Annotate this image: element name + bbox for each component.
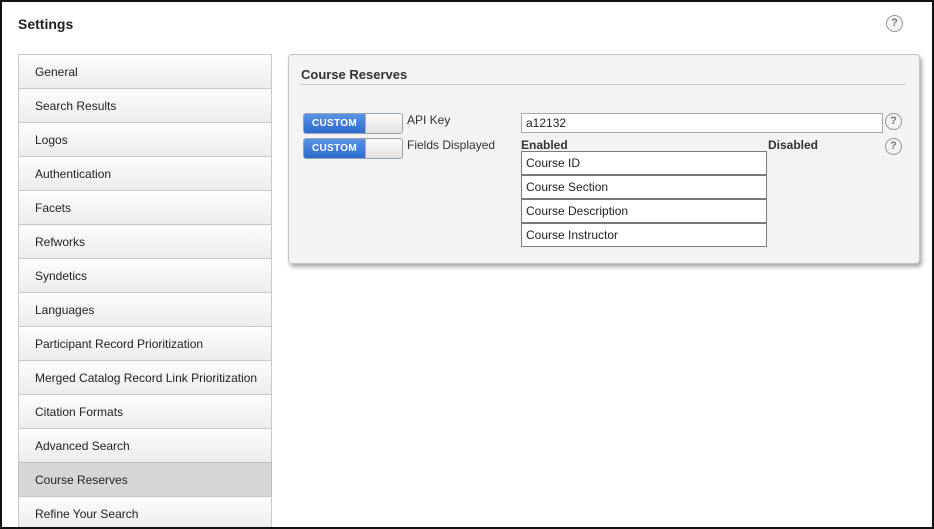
fields-displayed-label: Fields Displayed xyxy=(407,138,496,152)
enabled-field-course-instructor[interactable]: Course Instructor xyxy=(521,223,767,247)
enabled-field-course-id[interactable]: Course ID xyxy=(521,151,767,175)
enabled-column-heading: Enabled xyxy=(521,138,568,152)
api-key-toggle-knob xyxy=(365,114,402,133)
fields-displayed-custom-toggle[interactable]: CUSTOM xyxy=(303,138,403,159)
sidebar-item-languages[interactable]: Languages xyxy=(18,292,272,326)
panel-divider xyxy=(301,84,906,85)
sidebar-item-refine-your-search[interactable]: Refine Your Search xyxy=(18,496,272,527)
sidebar-item-participant-record-prioritization[interactable]: Participant Record Prioritization xyxy=(18,326,272,360)
fields-displayed-toggle-knob xyxy=(365,139,402,158)
api-key-help-icon[interactable]: ? xyxy=(885,113,902,130)
api-key-label: API Key xyxy=(407,113,451,127)
disabled-column-heading: Disabled xyxy=(768,138,819,152)
fields-displayed-help-icon[interactable]: ? xyxy=(885,138,902,155)
fields-displayed-toggle-label: CUSTOM xyxy=(304,139,365,158)
sidebar-item-refworks[interactable]: Refworks xyxy=(18,224,272,258)
help-icon[interactable]: ? xyxy=(886,15,903,32)
api-key-toggle-label: CUSTOM xyxy=(304,114,365,133)
sidebar-item-logos[interactable]: Logos xyxy=(18,122,272,156)
sidebar-item-facets[interactable]: Facets xyxy=(18,190,272,224)
sidebar-item-citation-formats[interactable]: Citation Formats xyxy=(18,394,272,428)
sidebar-item-merged-catalog-record-link-prioritization[interactable]: Merged Catalog Record Link Prioritizatio… xyxy=(18,360,272,394)
sidebar-item-syndetics[interactable]: Syndetics xyxy=(18,258,272,292)
page-title: Settings xyxy=(18,16,74,32)
api-key-custom-toggle[interactable]: CUSTOM xyxy=(303,113,403,134)
enabled-field-course-description[interactable]: Course Description xyxy=(521,199,767,223)
sidebar-item-course-reserves[interactable]: Course Reserves xyxy=(18,462,272,496)
sidebar-item-authentication[interactable]: Authentication xyxy=(18,156,272,190)
course-reserves-panel: Course Reserves CUSTOM API Key ? CUSTOM … xyxy=(288,54,920,264)
api-key-input[interactable] xyxy=(521,113,883,133)
enabled-field-course-section[interactable]: Course Section xyxy=(521,175,767,199)
settings-sidebar: General Search Results Logos Authenticat… xyxy=(18,54,272,527)
panel-title: Course Reserves xyxy=(301,67,408,82)
sidebar-item-advanced-search[interactable]: Advanced Search xyxy=(18,428,272,462)
sidebar-item-search-results[interactable]: Search Results xyxy=(18,88,272,122)
sidebar-item-general[interactable]: General xyxy=(18,54,272,88)
settings-window: Settings ? General Search Results Logos … xyxy=(0,0,934,529)
